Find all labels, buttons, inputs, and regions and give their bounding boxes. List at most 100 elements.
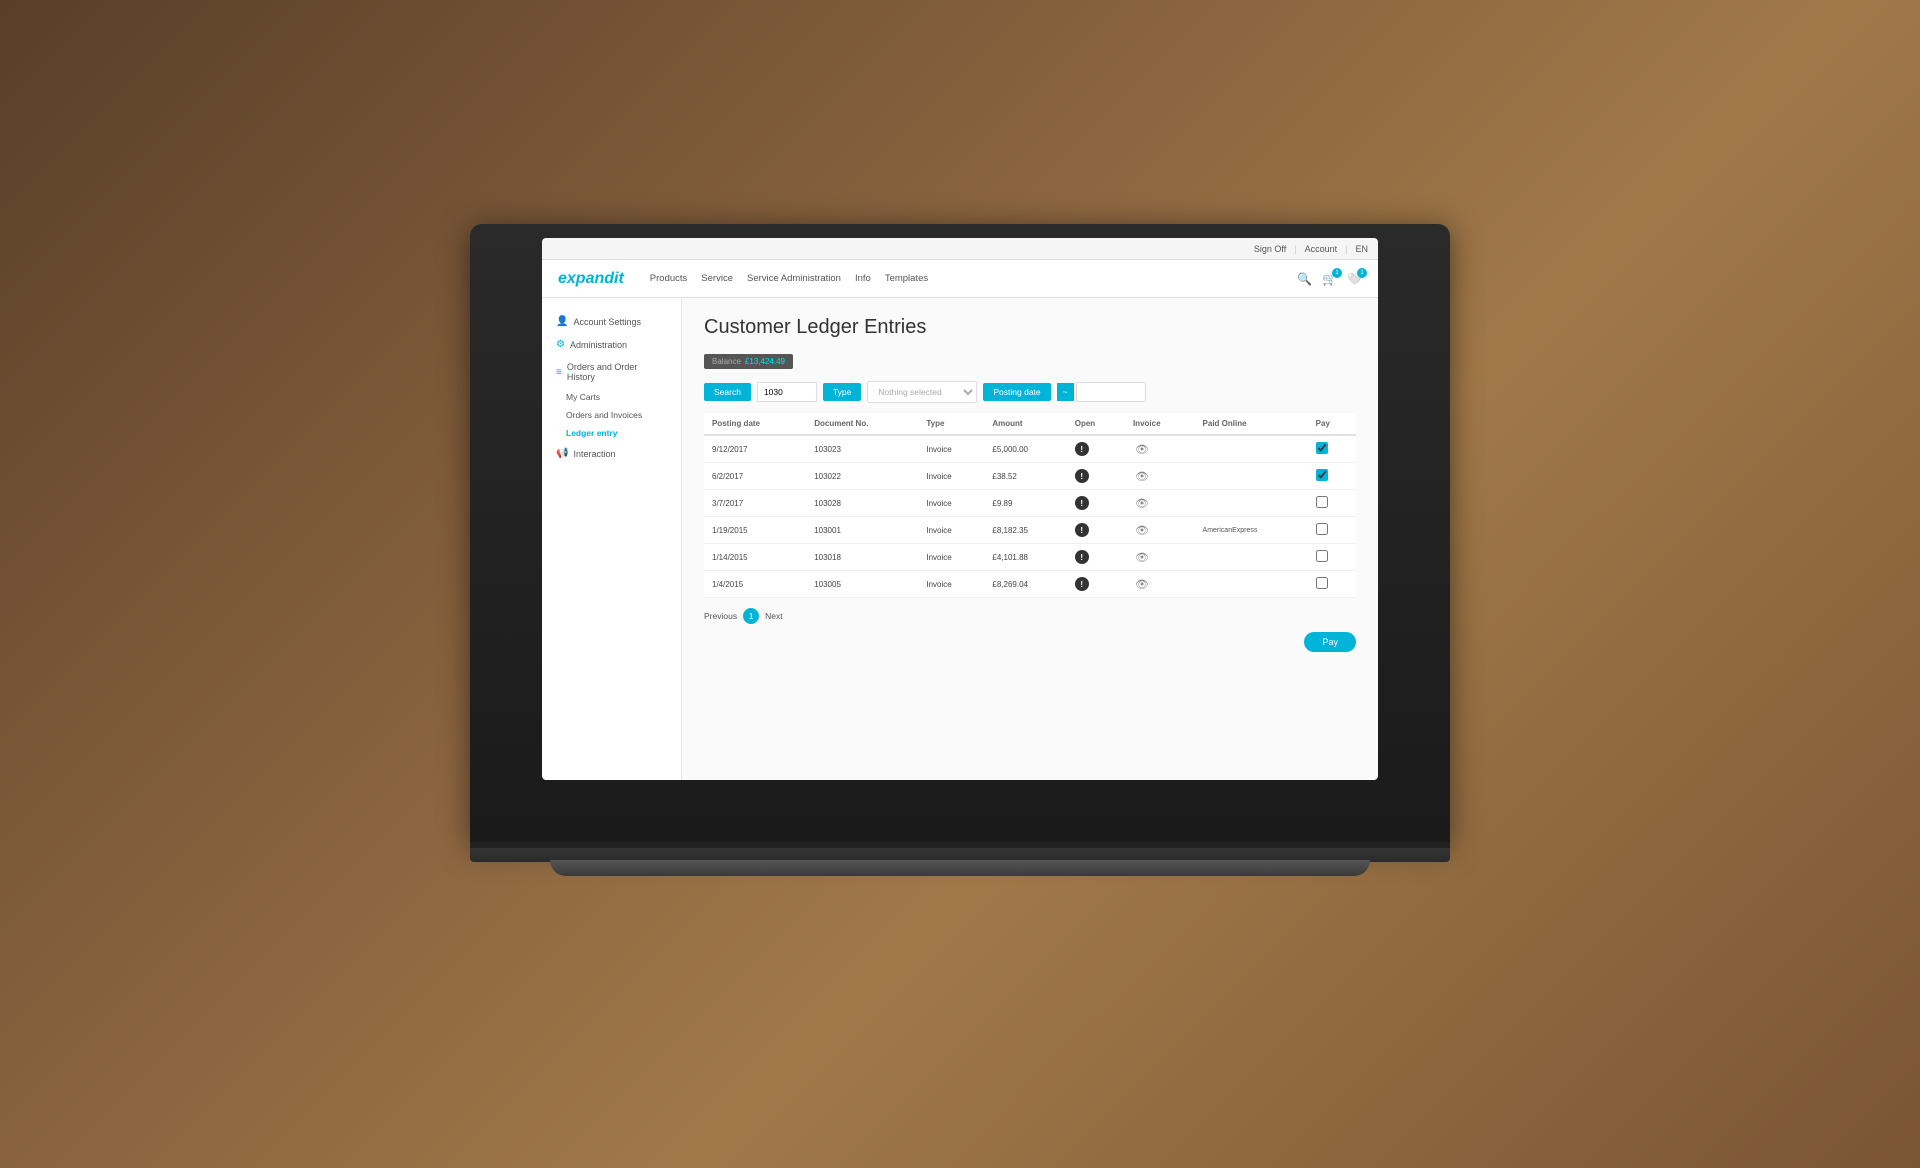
nav-templates[interactable]: Templates xyxy=(885,273,928,284)
pay-1[interactable] xyxy=(1308,435,1356,463)
info-icon-5[interactable]: ! xyxy=(1075,550,1089,564)
table-row: 1/19/2015 103001 Invoice £8,182.35 ! 👁 A… xyxy=(704,517,1356,544)
invoice-3[interactable]: 👁 xyxy=(1125,490,1195,517)
open-6[interactable]: ! xyxy=(1067,571,1125,598)
invoice-1[interactable]: 👁 xyxy=(1125,435,1195,463)
pay-checkbox-4[interactable] xyxy=(1316,523,1328,535)
col-amount: Amount xyxy=(984,413,1066,435)
sidebar-ledger-entry[interactable]: Ledger entry xyxy=(542,424,681,442)
page-title: Customer Ledger Entries xyxy=(704,316,1356,339)
brand-logo: expandit xyxy=(558,270,624,288)
account-link[interactable]: Account xyxy=(1305,244,1338,254)
orders-icon: ≡ xyxy=(556,367,562,378)
sidebar-orders[interactable]: ≡ Orders and Order History xyxy=(542,356,681,388)
paid-online-6 xyxy=(1195,571,1308,598)
info-icon-4[interactable]: ! xyxy=(1075,523,1089,537)
info-icon-2[interactable]: ! xyxy=(1075,469,1089,483)
col-document-no: Document No. xyxy=(806,413,918,435)
info-icon-6[interactable]: ! xyxy=(1075,577,1089,591)
open-4[interactable]: ! xyxy=(1067,517,1125,544)
next-button[interactable]: Next xyxy=(765,611,782,621)
pay-4[interactable] xyxy=(1308,517,1356,544)
amount-4: £8,182.35 xyxy=(984,517,1066,544)
pay-checkbox-1[interactable] xyxy=(1316,442,1328,454)
pay-checkbox-3[interactable] xyxy=(1316,496,1328,508)
eye-icon-3[interactable]: 👁 xyxy=(1133,496,1151,510)
invoice-2[interactable]: 👁 xyxy=(1125,463,1195,490)
table-row: 9/12/2017 103023 Invoice £5,000.00 ! 👁 xyxy=(704,435,1356,463)
open-1[interactable]: ! xyxy=(1067,435,1125,463)
pay-checkbox-6[interactable] xyxy=(1316,577,1328,589)
cart-icon[interactable]: 🛒 1 xyxy=(1322,272,1337,286)
open-5[interactable]: ! xyxy=(1067,544,1125,571)
posting-date-button[interactable]: Posting date xyxy=(983,383,1050,401)
pay-checkbox-2[interactable] xyxy=(1316,469,1328,481)
eye-icon-5[interactable]: 👁 xyxy=(1133,550,1151,564)
nav-items: Products Service Service Administration … xyxy=(650,273,1281,284)
date-from-input[interactable] xyxy=(1076,382,1146,402)
doc-no-6: 103005 xyxy=(806,571,918,598)
eye-icon-1[interactable]: 👁 xyxy=(1133,442,1151,456)
nav-products[interactable]: Products xyxy=(650,273,688,284)
info-icon-3[interactable]: ! xyxy=(1075,496,1089,510)
search-button[interactable]: Search xyxy=(704,383,751,401)
admin-icon: ⚙ xyxy=(556,339,565,350)
balance-value: £13,424.49 xyxy=(745,357,785,366)
doc-no-2: 103022 xyxy=(806,463,918,490)
sidebar-account-settings[interactable]: 👤 Account Settings xyxy=(542,310,681,333)
eye-icon-2[interactable]: 👁 xyxy=(1133,469,1151,483)
sidebar-my-carts[interactable]: My Carts xyxy=(542,388,681,406)
amount-3: £9.89 xyxy=(984,490,1066,517)
pay-2[interactable] xyxy=(1308,463,1356,490)
pay-button[interactable]: Pay xyxy=(1304,632,1356,652)
nav-right: 🔍 🛒 1 🤍 1 xyxy=(1297,272,1362,286)
pay-3[interactable] xyxy=(1308,490,1356,517)
col-pay: Pay xyxy=(1308,413,1356,435)
sidebar-interaction[interactable]: 📢 Interaction xyxy=(542,442,681,465)
paid-online-2 xyxy=(1195,463,1308,490)
nav-info[interactable]: Info xyxy=(855,273,871,284)
col-invoice: Invoice xyxy=(1125,413,1195,435)
sidebar-administration[interactable]: ⚙ Administration xyxy=(542,333,681,356)
pay-5[interactable] xyxy=(1308,544,1356,571)
col-type: Type xyxy=(918,413,984,435)
table-row: 3/7/2017 103028 Invoice £9.89 ! 👁 xyxy=(704,490,1356,517)
search-input[interactable] xyxy=(757,382,817,402)
wishlist-icon[interactable]: 🤍 1 xyxy=(1347,272,1362,286)
nav-service-admin[interactable]: Service Administration xyxy=(747,273,841,284)
invoice-6[interactable]: 👁 xyxy=(1125,571,1195,598)
col-open: Open xyxy=(1067,413,1125,435)
sidebar-admin-label: Administration xyxy=(570,340,627,350)
pay-checkbox-5[interactable] xyxy=(1316,550,1328,562)
pay-6[interactable] xyxy=(1308,571,1356,598)
table-body: 9/12/2017 103023 Invoice £5,000.00 ! 👁 xyxy=(704,435,1356,598)
ledger-entry-label: Ledger entry xyxy=(566,428,618,438)
language-selector[interactable]: EN xyxy=(1355,244,1368,254)
table-row: 6/2/2017 103022 Invoice £38.52 ! 👁 xyxy=(704,463,1356,490)
open-2[interactable]: ! xyxy=(1067,463,1125,490)
search-icon[interactable]: 🔍 xyxy=(1297,272,1312,286)
type-6: Invoice xyxy=(918,571,984,598)
open-3[interactable]: ! xyxy=(1067,490,1125,517)
main-content: Customer Ledger Entries Balance £13,424.… xyxy=(682,298,1378,780)
sign-off-link[interactable]: Sign Off xyxy=(1254,244,1286,254)
interaction-icon: 📢 xyxy=(556,448,568,459)
pagination-current[interactable]: 1 xyxy=(743,608,759,624)
eye-icon-6[interactable]: 👁 xyxy=(1133,577,1151,591)
table-container: Posting date Document No. Type Amount Op… xyxy=(704,413,1356,598)
type-button[interactable]: Type xyxy=(823,383,861,401)
prev-button[interactable]: Previous xyxy=(704,611,737,621)
info-icon-1[interactable]: ! xyxy=(1075,442,1089,456)
eye-icon-4[interactable]: 👁 xyxy=(1133,523,1151,537)
invoice-4[interactable]: 👁 xyxy=(1125,517,1195,544)
table-row: 1/14/2015 103018 Invoice £4,101.88 ! 👁 xyxy=(704,544,1356,571)
type-5: Invoice xyxy=(918,544,984,571)
amount-2: £38.52 xyxy=(984,463,1066,490)
paid-online-1 xyxy=(1195,435,1308,463)
sidebar-orders-invoices[interactable]: Orders and Invoices xyxy=(542,406,681,424)
invoice-5[interactable]: 👁 xyxy=(1125,544,1195,571)
nav-service[interactable]: Service xyxy=(701,273,733,284)
table-head: Posting date Document No. Type Amount Op… xyxy=(704,413,1356,435)
posting-date-5: 1/14/2015 xyxy=(704,544,806,571)
type-select[interactable]: Nothing selected xyxy=(867,381,977,403)
